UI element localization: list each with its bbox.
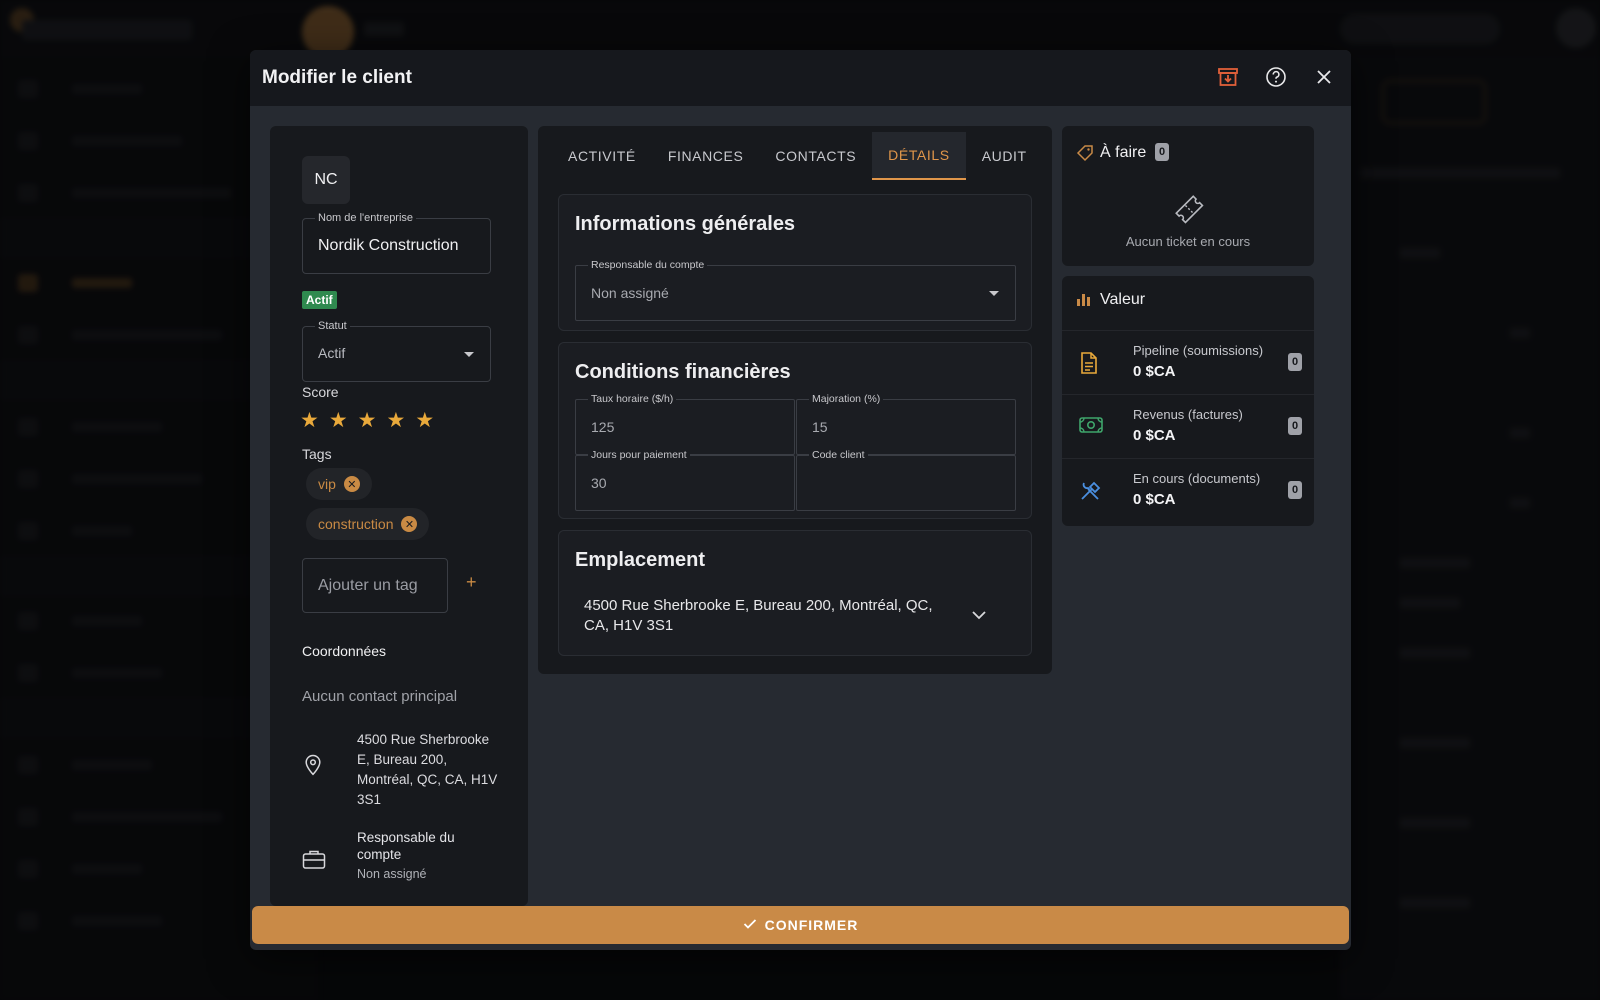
client-code-field[interactable]: Code client bbox=[796, 449, 1016, 511]
details-panel: ACTIVITÉ FINANCES CONTACTS DÉTAILS AUDIT… bbox=[538, 126, 1052, 674]
tab-details[interactable]: DÉTAILS bbox=[872, 132, 966, 180]
tab-bar: ACTIVITÉ FINANCES CONTACTS DÉTAILS AUDIT bbox=[552, 132, 1043, 180]
briefcase-icon bbox=[302, 848, 326, 875]
chevron-down-icon bbox=[464, 352, 474, 357]
chevron-down-icon bbox=[989, 291, 999, 296]
todo-title: À faire bbox=[1100, 144, 1147, 161]
tab-audit[interactable]: AUDIT bbox=[966, 132, 1043, 180]
value-row-in-progress[interactable]: En cours (documents) 0 $CA 0 bbox=[1062, 458, 1314, 520]
tab-contacts[interactable]: CONTACTS bbox=[759, 132, 872, 180]
value-row-label: Pipeline (soumissions) bbox=[1133, 343, 1264, 358]
star-icon[interactable]: ★ bbox=[386, 408, 405, 433]
hourly-rate-label: Taux horaire ($/h) bbox=[588, 393, 677, 405]
document-icon bbox=[1078, 351, 1100, 380]
location-title: Emplacement bbox=[575, 549, 706, 571]
payment-days-field[interactable]: Jours pour paiement 30 bbox=[575, 449, 795, 511]
value-row-amount: 0 $CA bbox=[1133, 427, 1176, 444]
value-row-label: Revenus (factures) bbox=[1133, 407, 1243, 422]
location-address: 4500 Rue Sherbrooke E, Bureau 200, Montr… bbox=[584, 597, 933, 634]
value-row-pipeline[interactable]: Pipeline (soumissions) 0 $CA 0 bbox=[1062, 330, 1314, 392]
archive-icon[interactable] bbox=[1215, 64, 1241, 90]
hourly-rate-field[interactable]: Taux horaire ($/h) 125 bbox=[575, 393, 795, 455]
modal-header: Modifier le client bbox=[250, 50, 1351, 106]
account-manager-label: Responsable du compte bbox=[357, 830, 455, 862]
value-row-amount: 0 $CA bbox=[1133, 491, 1176, 508]
chevron-down-icon[interactable] bbox=[971, 607, 987, 625]
value-row-revenue[interactable]: Revenus (factures) 0 $CA 0 bbox=[1062, 394, 1314, 456]
payment-days-value: 30 bbox=[591, 475, 607, 491]
checkmark-icon bbox=[743, 917, 757, 933]
star-icon[interactable]: ★ bbox=[415, 408, 434, 433]
value-row-count: 0 bbox=[1288, 481, 1302, 499]
status-select[interactable]: Statut Actif bbox=[302, 320, 491, 382]
location-pin-icon bbox=[304, 754, 322, 781]
financial-conditions-card: Conditions financières Taux horaire ($/h… bbox=[558, 342, 1032, 519]
company-name-field[interactable]: Nom de l'entreprise Nordik Construction bbox=[302, 212, 491, 274]
coordinates-title: Coordonnées bbox=[302, 643, 387, 659]
value-card: Valeur Pipeline (soumissions) 0 $CA 0 Re… bbox=[1062, 276, 1314, 526]
header-actions bbox=[1215, 64, 1337, 90]
star-icon[interactable]: ★ bbox=[329, 408, 348, 433]
markup-label: Majoration (%) bbox=[809, 393, 884, 405]
value-row-count: 0 bbox=[1288, 353, 1302, 371]
tag-icon bbox=[1076, 144, 1094, 167]
hourly-rate-value: 125 bbox=[591, 419, 615, 435]
value-row-amount: 0 $CA bbox=[1133, 363, 1176, 380]
score-rating[interactable]: ★ ★ ★ ★ ★ bbox=[300, 408, 434, 433]
cash-icon bbox=[1078, 415, 1104, 440]
tab-finances[interactable]: FINANCES bbox=[652, 132, 760, 180]
modal-body: NC Nom de l'entreprise Nordik Constructi… bbox=[250, 106, 1351, 946]
remove-tag-icon[interactable]: ✕ bbox=[343, 476, 360, 492]
no-primary-contact: Aucun contact principal bbox=[302, 688, 458, 705]
payment-days-label: Jours pour paiement bbox=[588, 449, 690, 461]
location-card: Emplacement 4500 Rue Sherbrooke E, Burea… bbox=[558, 530, 1032, 656]
confirm-label: CONFIRMER bbox=[764, 917, 859, 933]
status-value: Actif bbox=[318, 345, 346, 361]
tag-chip: vip ✕ bbox=[306, 468, 372, 500]
tag-chip-label: vip bbox=[318, 476, 336, 492]
ticket-icon bbox=[1172, 192, 1206, 231]
value-row-label: En cours (documents) bbox=[1133, 471, 1261, 486]
account-manager-value: Non assigné bbox=[357, 867, 427, 881]
confirm-button[interactable]: CONFIRMER bbox=[252, 906, 1349, 944]
tag-chip-label: construction bbox=[318, 516, 394, 532]
value-title: Valeur bbox=[1100, 291, 1146, 308]
account-manager-select[interactable]: Responsable du compte Non assigné bbox=[575, 259, 1016, 321]
tag-input[interactable]: Ajouter un tag bbox=[302, 558, 448, 613]
add-tag-button[interactable]: + bbox=[466, 572, 477, 593]
value-row-count: 0 bbox=[1288, 417, 1302, 435]
todo-card: À faire 0 Aucun ticket en cours bbox=[1062, 126, 1314, 266]
tab-activite[interactable]: ACTIVITÉ bbox=[552, 132, 652, 180]
tags-label: Tags bbox=[302, 446, 332, 462]
client-address: 4500 Rue Sherbrooke E, Bureau 200, Montr… bbox=[357, 732, 498, 807]
star-icon[interactable]: ★ bbox=[300, 408, 319, 433]
client-summary-panel: NC Nom de l'entreprise Nordik Constructi… bbox=[270, 126, 528, 906]
close-icon[interactable] bbox=[1311, 64, 1337, 90]
financial-conditions-title: Conditions financières bbox=[575, 361, 791, 383]
todo-empty-text: Aucun ticket en cours bbox=[1125, 234, 1251, 249]
general-info-card: Informations générales Responsable du co… bbox=[558, 194, 1032, 331]
modal-title: Modifier le client bbox=[262, 67, 412, 88]
markup-value: 15 bbox=[812, 419, 828, 435]
todo-count-badge: 0 bbox=[1155, 143, 1169, 161]
company-name-label: Nom de l'entreprise bbox=[315, 212, 417, 224]
status-label: Statut bbox=[315, 320, 350, 332]
account-manager-field-value: Non assigné bbox=[591, 285, 669, 301]
tools-icon bbox=[1078, 479, 1104, 508]
star-icon[interactable]: ★ bbox=[358, 408, 377, 433]
remove-tag-icon[interactable]: ✕ bbox=[401, 516, 418, 532]
tag-chip: construction ✕ bbox=[306, 508, 430, 540]
edit-client-modal: Modifier le client NC Nom de l'entrepris… bbox=[250, 50, 1351, 950]
markup-field[interactable]: Majoration (%) 15 bbox=[796, 393, 1016, 455]
bar-chart-icon bbox=[1076, 291, 1092, 312]
general-info-title: Informations générales bbox=[575, 213, 796, 235]
status-badge: Actif bbox=[302, 291, 337, 309]
account-manager-field-label: Responsable du compte bbox=[588, 259, 708, 271]
score-label: Score bbox=[302, 384, 339, 400]
company-name-value: Nordik Construction bbox=[318, 237, 459, 254]
client-code-label: Code client bbox=[809, 449, 868, 461]
help-icon[interactable] bbox=[1263, 64, 1289, 90]
client-avatar: NC bbox=[302, 156, 350, 204]
